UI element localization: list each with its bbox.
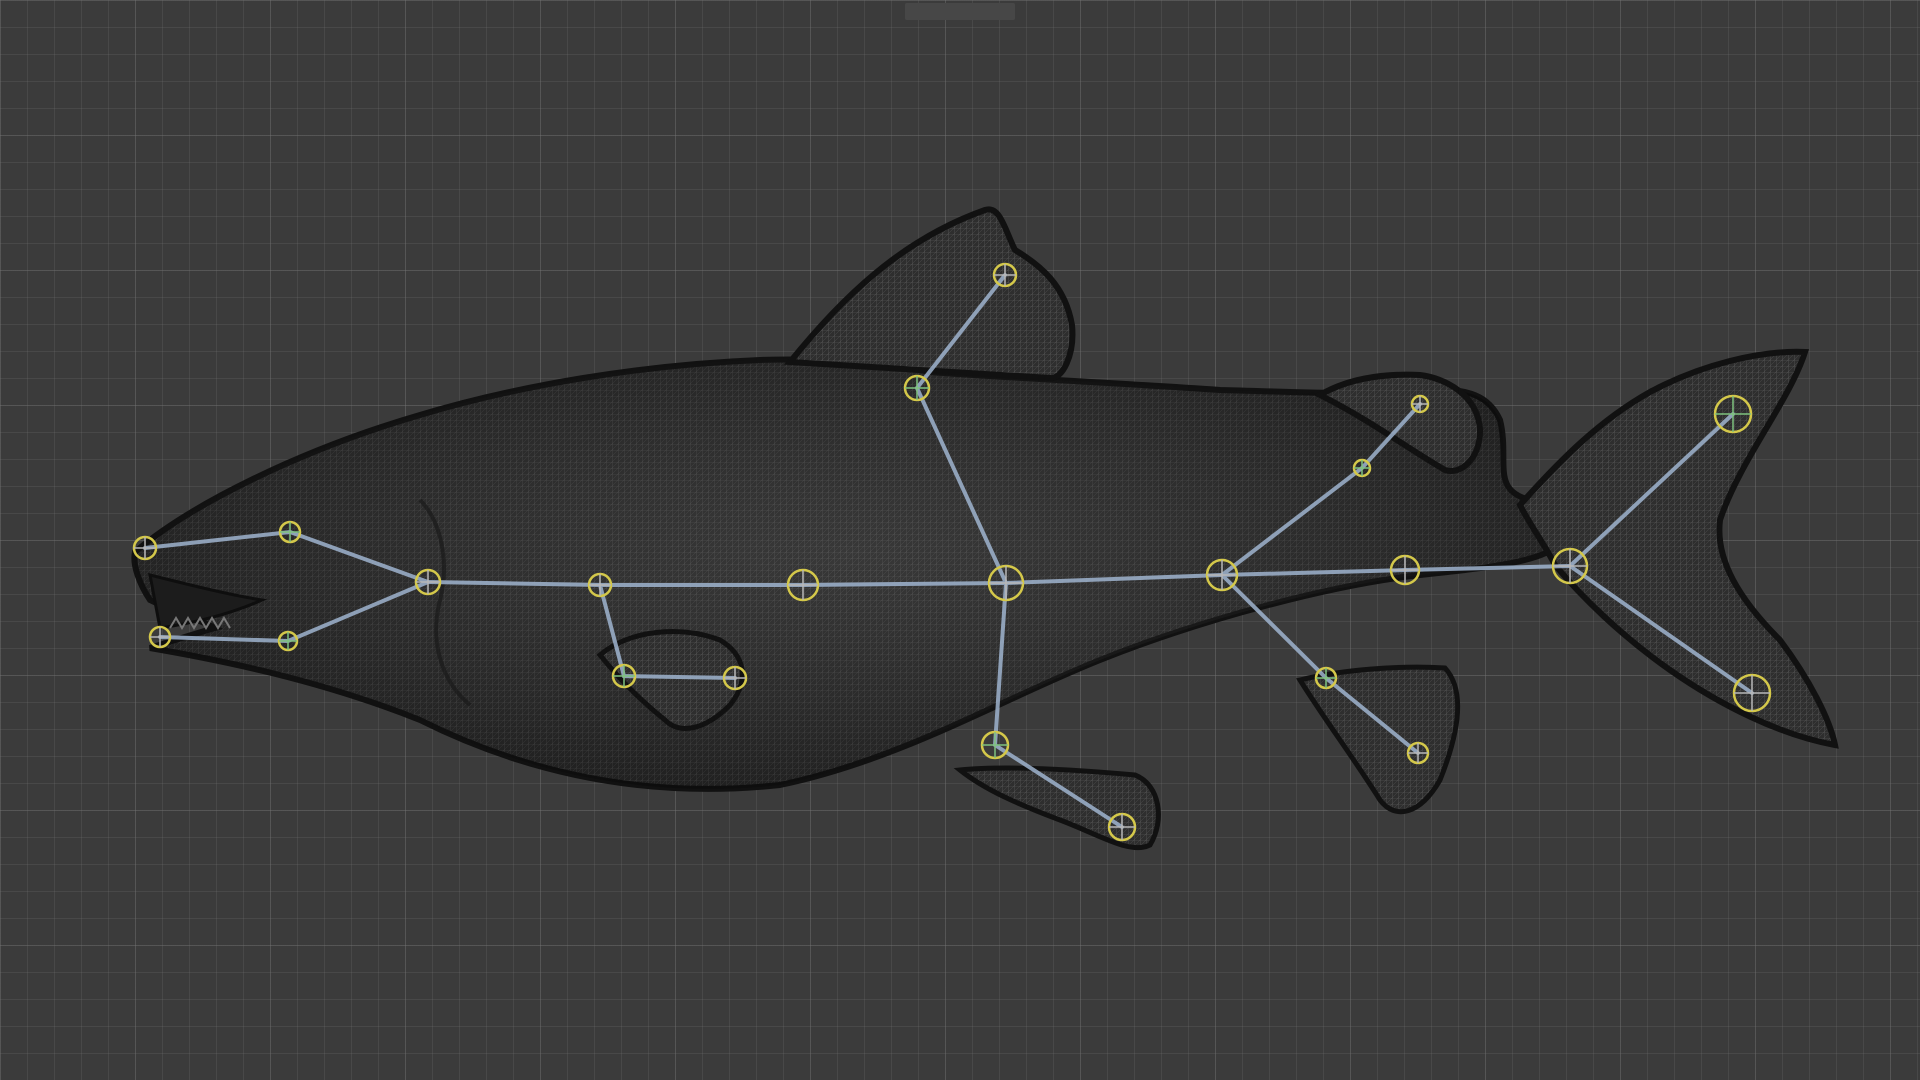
joint-upper-jaw-tip[interactable] [132,535,158,561]
joint-adipose-tip[interactable] [1410,394,1430,414]
pelvic-fin[interactable] [953,765,1161,851]
fish-model-scene[interactable] [0,0,1920,1080]
dorsal-fin[interactable] [784,206,1076,381]
joint-lower-jaw-tip[interactable] [148,625,172,649]
joint-pectoral-tip[interactable] [722,665,748,691]
joint-pectoral-base[interactable] [611,663,637,689]
joint-tail-upper-tip[interactable] [1713,394,1753,434]
joint-anal-tip[interactable] [1406,741,1430,765]
joint-upper-jaw-mid[interactable] [278,520,302,544]
joint-dorsal-base[interactable] [903,374,931,402]
joint-spine-1[interactable] [786,568,820,602]
3d-viewport[interactable] [0,0,1920,1080]
joint-lower-jaw-mid[interactable] [277,630,299,652]
joint-adipose-mid[interactable] [1352,458,1372,478]
joint-pelvic-tip[interactable] [1107,812,1137,842]
joint-head[interactable] [414,568,442,596]
joint-tail-base[interactable] [1551,547,1589,585]
joint-spine-2[interactable] [987,564,1025,602]
joint-spine-3[interactable] [1205,558,1239,592]
joint-tail-lower-tip[interactable] [1732,673,1772,713]
joint-neck[interactable] [587,572,613,598]
joint-dorsal-tip[interactable] [992,262,1018,288]
joint-spine-4[interactable] [1389,554,1421,586]
joint-anal-base[interactable] [1314,666,1338,690]
joint-pelvic-base[interactable] [980,730,1010,760]
